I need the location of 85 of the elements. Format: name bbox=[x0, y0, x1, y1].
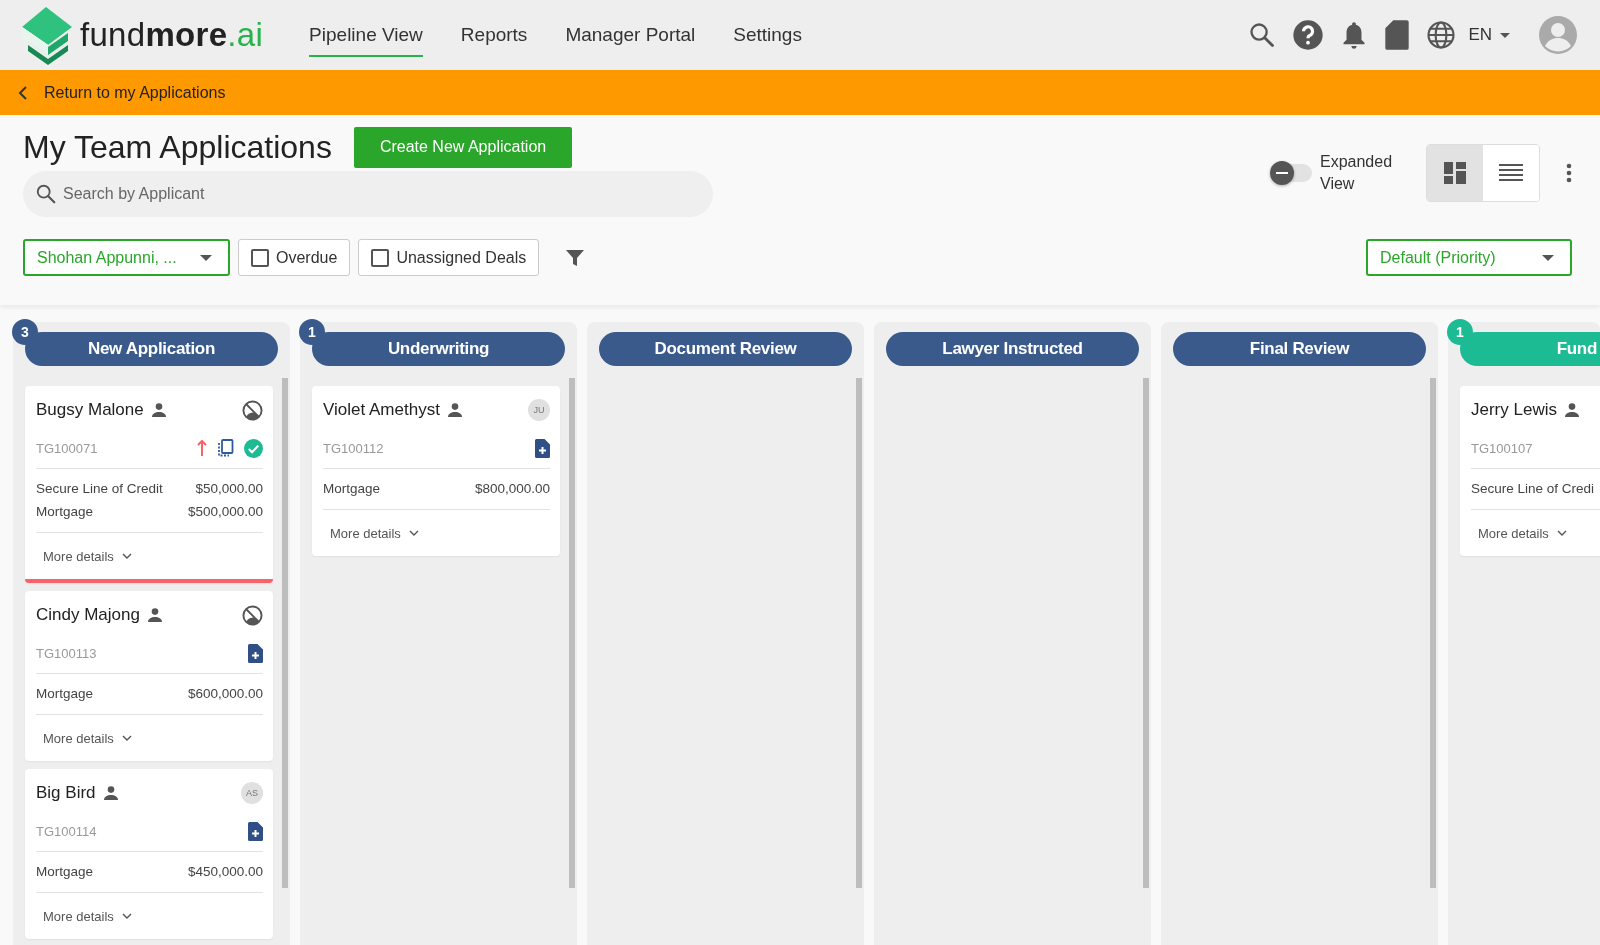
more-details-link[interactable]: More details bbox=[36, 533, 263, 579]
column-header: Document Review bbox=[599, 332, 852, 366]
document-plus-icon bbox=[248, 821, 263, 841]
applicant-name: Cindy Majong bbox=[36, 605, 140, 625]
arrow-up-icon bbox=[197, 439, 207, 457]
blocked-icon bbox=[242, 604, 263, 626]
nav-tab[interactable]: Manager Portal bbox=[565, 0, 696, 70]
filter-checkbox[interactable]: Overdue bbox=[238, 239, 351, 276]
person-icon bbox=[103, 786, 118, 800]
scrollbar[interactable] bbox=[1143, 378, 1149, 888]
help-icon[interactable] bbox=[1292, 19, 1325, 51]
dashboard-icon bbox=[1444, 162, 1466, 184]
chevron-down-icon bbox=[1556, 530, 1567, 536]
application-id: TG100113 bbox=[36, 645, 97, 661]
filter-checkbox[interactable]: Unassigned Deals bbox=[358, 239, 540, 276]
chevron-down-icon bbox=[121, 553, 132, 559]
count-badge: 1 bbox=[1447, 319, 1473, 345]
person-icon bbox=[147, 608, 162, 622]
product-amount: $800,000.00 bbox=[474, 480, 550, 496]
product-amount: $500,000.00 bbox=[187, 503, 263, 519]
nav-tab[interactable]: Settings bbox=[733, 0, 802, 70]
column-header: Final Review bbox=[1173, 332, 1426, 366]
language-selector[interactable]: EN bbox=[1468, 25, 1510, 45]
search-icon bbox=[35, 183, 57, 205]
person-icon bbox=[447, 403, 462, 417]
copy-icon bbox=[217, 439, 234, 457]
scrollbar[interactable] bbox=[569, 378, 575, 888]
product-amount: $450,000.00 bbox=[187, 863, 263, 879]
applicant-name: Jerry Lewis bbox=[1471, 400, 1557, 420]
assignee-initials: AS bbox=[241, 782, 263, 804]
product-name: Mortgage bbox=[323, 480, 381, 496]
application-id: TG100071 bbox=[36, 440, 98, 456]
more-details-link[interactable]: More details bbox=[36, 893, 263, 939]
product-amount: $600,000.00 bbox=[187, 685, 263, 701]
list-icon bbox=[1499, 164, 1523, 182]
application-card[interactable]: Jerry Lewis TG100107 Secure Line of Credi More details bbox=[1460, 386, 1600, 556]
assignee-initials: JU bbox=[528, 399, 550, 421]
document-icon[interactable] bbox=[1384, 19, 1411, 51]
column-header: Lawyer Instructed bbox=[886, 332, 1139, 366]
back-link[interactable]: Return to my Applications bbox=[44, 83, 226, 102]
blocked-icon bbox=[242, 399, 263, 421]
page-title: My Team Applications bbox=[23, 128, 332, 166]
person-icon bbox=[151, 403, 166, 417]
board-view-button[interactable] bbox=[1427, 145, 1483, 201]
toggle-label: Expanded View bbox=[1320, 152, 1394, 194]
filter-icon[interactable] bbox=[565, 247, 586, 268]
product-name: Mortgage bbox=[36, 863, 94, 879]
more-details-link[interactable]: More details bbox=[1471, 510, 1600, 556]
search-field[interactable]: Search by Applicant bbox=[23, 171, 713, 217]
application-card[interactable]: Big Bird AS TG100114 Mortgage $450,000.00 More details bbox=[25, 769, 273, 939]
globe-icon[interactable] bbox=[1426, 20, 1457, 50]
document-plus-icon bbox=[535, 438, 550, 458]
scrollbar[interactable] bbox=[856, 378, 862, 888]
more-options-icon[interactable] bbox=[1566, 163, 1572, 183]
search-icon[interactable] bbox=[1248, 21, 1277, 49]
application-id: TG100112 bbox=[323, 440, 384, 456]
application-id: TG100107 bbox=[1471, 440, 1533, 456]
product-name: Mortgage bbox=[36, 503, 94, 519]
scrollbar[interactable] bbox=[1430, 378, 1436, 888]
product-name: Mortgage bbox=[36, 685, 94, 701]
more-details-link[interactable]: More details bbox=[323, 510, 550, 556]
check-circle-icon bbox=[244, 438, 263, 458]
applicant-name: Bugsy Malone bbox=[36, 400, 144, 420]
applicant-name: Violet Amethyst bbox=[323, 400, 440, 420]
chevron-down-icon bbox=[121, 913, 132, 919]
person-icon bbox=[1564, 403, 1579, 417]
chevron-down-icon bbox=[121, 735, 132, 741]
chevron-down-icon bbox=[408, 530, 419, 536]
product-name: Secure Line of Credi bbox=[1471, 480, 1595, 496]
product-amount: $50,000.00 bbox=[195, 480, 263, 496]
scrollbar[interactable] bbox=[282, 378, 288, 888]
applicant-name: Big Bird bbox=[36, 783, 96, 803]
application-card[interactable]: Violet Amethyst JU TG100112 Mortgage $800,000.00 More details bbox=[312, 386, 560, 556]
product-name: Secure Line of Credit bbox=[36, 480, 163, 496]
document-plus-icon bbox=[248, 643, 263, 663]
nav-tab[interactable]: Reports bbox=[460, 0, 528, 70]
count-badge: 3 bbox=[12, 319, 38, 345]
toggle-switch[interactable] bbox=[1272, 164, 1312, 182]
more-details-link[interactable]: More details bbox=[36, 715, 263, 761]
count-badge: 1 bbox=[299, 319, 325, 345]
application-card[interactable]: Bugsy Malone TG100071 Secure Line of Credit $50,000.00 Mortgage $500,000.00 More details bbox=[25, 386, 273, 583]
application-card[interactable]: Cindy Majong TG100113 Mortgage $600,000.00 More details bbox=[25, 591, 273, 761]
logo-wordmark: fundmore.ai bbox=[80, 16, 264, 54]
application-id: TG100114 bbox=[36, 823, 97, 839]
back-chevron-icon[interactable] bbox=[18, 85, 28, 100]
